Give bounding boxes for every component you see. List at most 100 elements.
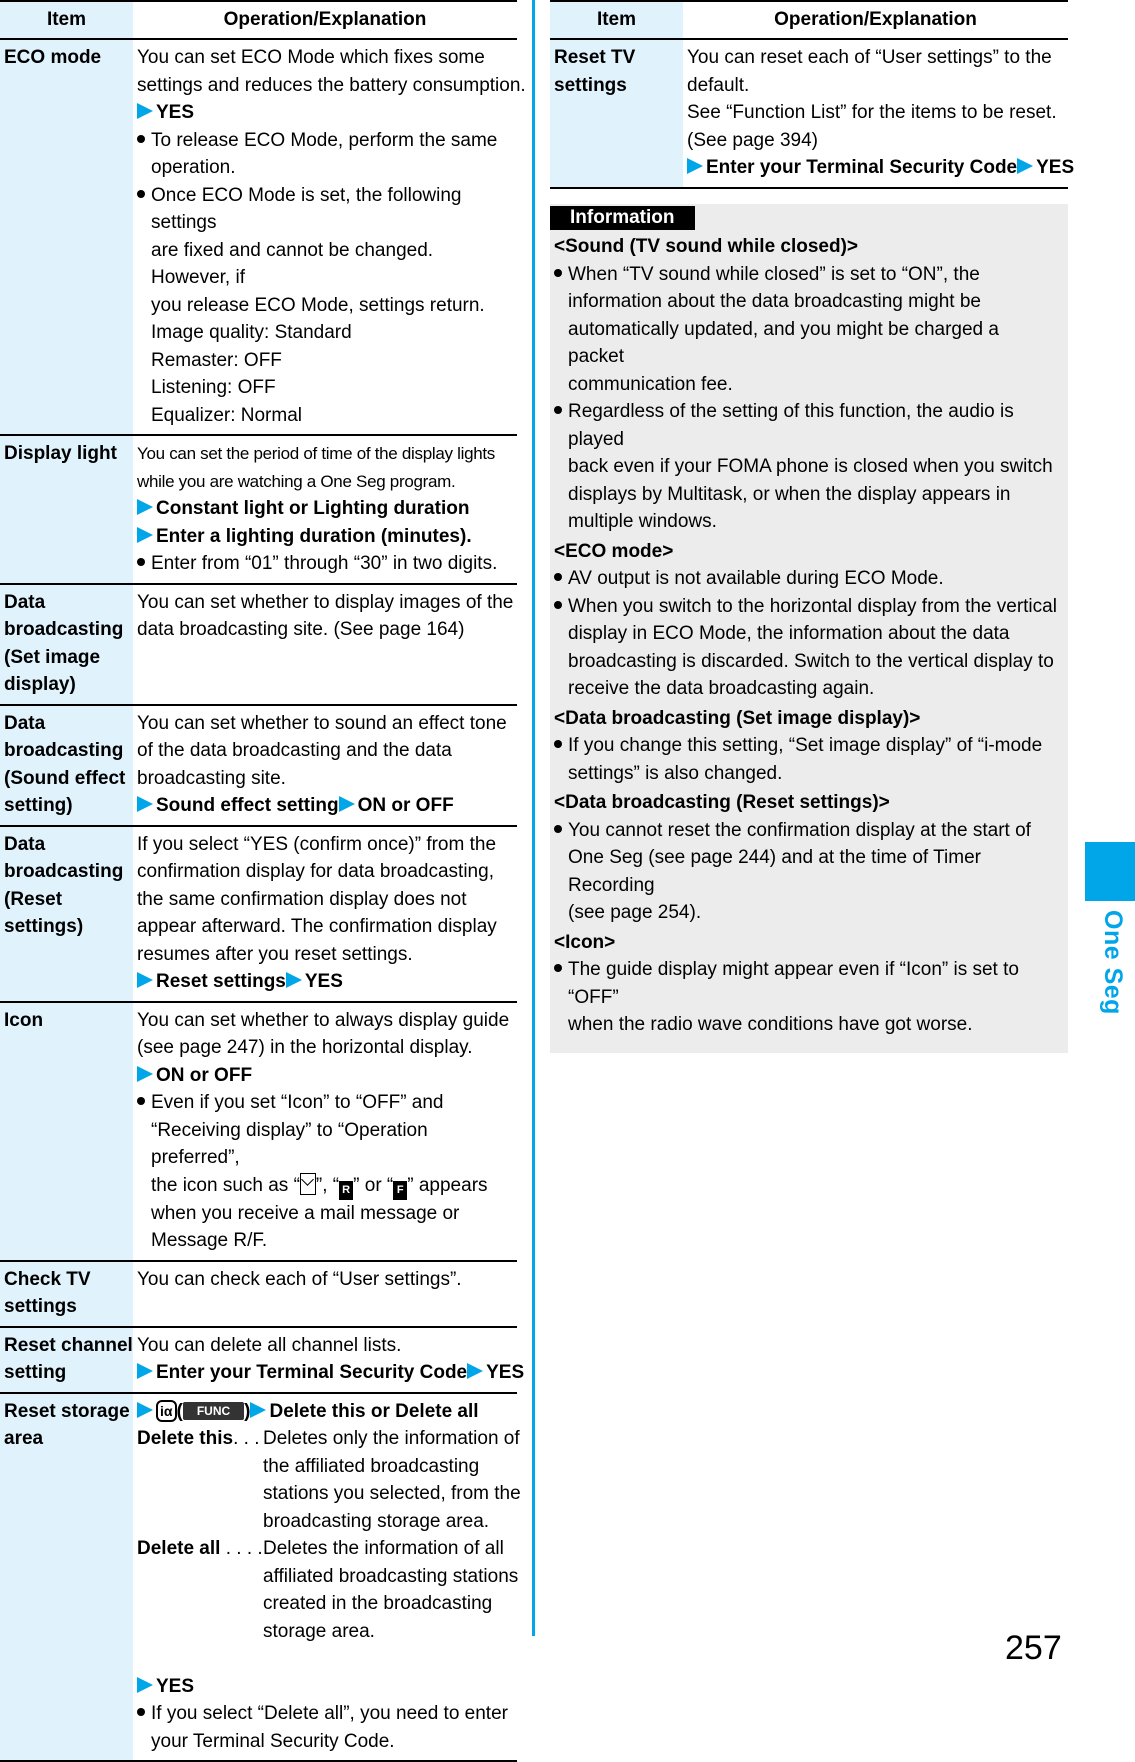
item-name-line: setting) bbox=[4, 795, 73, 816]
leader-dots: . . . bbox=[233, 1428, 260, 1449]
operation-step: Enter a lighting duration (minutes). bbox=[137, 523, 517, 551]
item-name-line: ECO mode bbox=[4, 47, 102, 68]
note-text: receive the data broadcasting again. bbox=[568, 678, 875, 699]
information-heading: <Sound (TV sound while closed)> bbox=[554, 236, 859, 257]
note-text: Enter from “01” through “30” in two digi… bbox=[151, 553, 498, 574]
item-name: Check TV settings bbox=[0, 1260, 133, 1328]
arrow-right-icon bbox=[137, 1401, 153, 1418]
note-text: you release ECO Mode, settings return. bbox=[151, 294, 485, 316]
arrow-right-icon bbox=[137, 499, 153, 515]
explanation-text: If you select “YES (confirm once)” from … bbox=[137, 833, 497, 855]
item-name-line: setting bbox=[4, 1362, 67, 1383]
bullet-icon bbox=[137, 1708, 145, 1716]
note-text: You cannot reset the confirmation displa… bbox=[568, 819, 1031, 841]
explanation-text: while you are watching a One Seg program… bbox=[137, 471, 456, 491]
bullet-note: When “TV sound while closed” is set to “… bbox=[554, 261, 1060, 399]
mail-icon bbox=[299, 1172, 316, 1195]
bullet-note: Regardless of the setting of this functi… bbox=[554, 398, 1060, 536]
step-label: Reset settings bbox=[156, 971, 286, 992]
explanation-text: See “Function List” for the items to be … bbox=[687, 102, 1057, 123]
item-name-line: display) bbox=[4, 674, 76, 695]
arrow-right-icon bbox=[687, 158, 703, 174]
arrow-right-icon bbox=[250, 1401, 267, 1418]
item-explanation: You can set whether to display images of… bbox=[133, 583, 517, 706]
item-explanation: You can set ECO Mode which fixes some set… bbox=[133, 39, 526, 436]
bullet-icon bbox=[137, 558, 145, 566]
item-name-line: broadcasting bbox=[4, 861, 124, 882]
bullet-note: Enter from “01” through “30” in two digi… bbox=[137, 550, 517, 578]
operation-step: Reset settings YES bbox=[137, 968, 517, 996]
item-name-line: settings bbox=[554, 74, 627, 96]
arrow-right-icon bbox=[137, 972, 153, 988]
note-text: automatically updated, and you might be … bbox=[568, 318, 999, 368]
item-explanation: You can set the period of time of the di… bbox=[133, 435, 517, 585]
bullet-icon bbox=[137, 134, 145, 143]
note-text: One Seg (see page 244) and at the time o… bbox=[568, 847, 981, 896]
item-name: ECO mode bbox=[0, 39, 133, 436]
note-text: Even if you set “Icon” to “OFF” and bbox=[151, 1092, 444, 1113]
item-explanation: You can check each of “User settings”. bbox=[133, 1260, 517, 1328]
item-name-line: Display light bbox=[4, 443, 117, 464]
term-label: Delete this bbox=[137, 1428, 234, 1449]
explanation-text: You can set whether to always display gu… bbox=[137, 1009, 510, 1031]
note-text: ” or “ bbox=[353, 1174, 394, 1196]
settings-table: Item Operation/Explanation ECO mode You c… bbox=[0, 0, 526, 1762]
item-name: Reset TV settings bbox=[550, 39, 683, 189]
func-softkey-icon: FUNC bbox=[182, 1401, 245, 1420]
leader-dots: . . . . bbox=[220, 1538, 263, 1559]
information-heading: <ECO mode> bbox=[554, 540, 674, 562]
step-label: Enter your Terminal Security Code bbox=[706, 157, 1018, 178]
fixed-setting: Remaster: OFF bbox=[151, 349, 282, 371]
explanation-text: You can set ECO Mode which fixes some bbox=[137, 47, 485, 68]
note-text: Once ECO Mode is set, the following sett… bbox=[151, 184, 462, 234]
message-r-icon: R bbox=[339, 1180, 354, 1200]
table-row: Reset channel setting You can delete all c… bbox=[0, 1326, 524, 1394]
explanation-text: (See page 394) bbox=[687, 129, 818, 151]
note-text: ” appears bbox=[407, 1174, 488, 1196]
operation-step: YES bbox=[137, 99, 517, 127]
icon-example-line: the icon such as “ ”, “R” or “F” appears bbox=[137, 1172, 517, 1200]
column-divider bbox=[532, 0, 535, 1636]
table-row: Reset storage area iα(FUNC) Delete this or … bbox=[0, 1392, 521, 1762]
note-text: operation. bbox=[151, 157, 236, 178]
item-name-line: Icon bbox=[4, 1009, 44, 1031]
step-label: Enter a lighting duration (minutes). bbox=[156, 525, 472, 547]
item-name: Data broadcasting (Reset settings) bbox=[0, 825, 133, 1003]
bullet-note: If you change this setting, “Set image d… bbox=[554, 732, 1060, 787]
step-label: Constant light or Lighting duration bbox=[156, 498, 470, 519]
table-row: Reset TV settings You can reset each of “U… bbox=[550, 39, 1074, 189]
note-text: ”, “ bbox=[315, 1174, 340, 1196]
note-text: multiple windows. bbox=[568, 511, 717, 532]
table-header-row: Item Operation/Explanation bbox=[0, 0, 517, 40]
note-text: Message R/F. bbox=[151, 1230, 268, 1251]
information-section: <Data broadcasting (Reset settings)> You … bbox=[554, 787, 1060, 927]
step-label: YES bbox=[1036, 157, 1075, 178]
explanation-text: resumes after you reset settings. bbox=[137, 943, 413, 965]
table-body: Reset TV settings You can reset each of “U… bbox=[550, 39, 1074, 189]
arrow-right-icon bbox=[1017, 158, 1034, 174]
item-explanation: You can reset each of “User settings” to… bbox=[683, 39, 1074, 189]
table-row: ECO mode You can set ECO Mode which fixes… bbox=[0, 39, 526, 436]
description-line: the affiliated broadcasting bbox=[263, 1455, 480, 1477]
note-text: broadcasting is discarded. Switch to the… bbox=[568, 650, 1054, 672]
table-row: Check TV settings You can check each of “U… bbox=[0, 1260, 517, 1328]
explanation-text: You can delete all channel lists. bbox=[137, 1334, 402, 1356]
step-label: Sound effect setting bbox=[156, 795, 339, 816]
definition-row: Delete all . . . . Deletes the informatio… bbox=[137, 1535, 518, 1645]
note-text: back even if your FOMA phone is closed w… bbox=[568, 456, 1053, 477]
arrow-right-icon bbox=[137, 103, 153, 119]
bullet-note: You cannot reset the confirmation displa… bbox=[554, 817, 1060, 927]
note-text: When “TV sound while closed” is set to “… bbox=[568, 263, 980, 285]
note-text: are fixed and cannot be changed. However… bbox=[151, 239, 434, 289]
explanation-text: default. bbox=[687, 74, 750, 96]
operation-step: Enter your Terminal Security Code YES bbox=[687, 154, 1074, 182]
item-name: Reset storage area bbox=[0, 1392, 133, 1762]
explanation-text: You can check each of “User settings”. bbox=[137, 1268, 462, 1290]
explanation-text: settings and reduces the battery consump… bbox=[137, 74, 526, 96]
note-text: display in ECO Mode, the information abo… bbox=[568, 623, 1010, 644]
bullet-note: The guide display might appear even if “… bbox=[554, 956, 1060, 1039]
fixed-setting: Listening: OFF bbox=[151, 377, 276, 398]
explanation-text: (see page 247) in the horizontal display… bbox=[137, 1037, 473, 1058]
note-text: information about the data broadcasting … bbox=[568, 291, 981, 312]
arrow-right-icon bbox=[338, 796, 355, 812]
